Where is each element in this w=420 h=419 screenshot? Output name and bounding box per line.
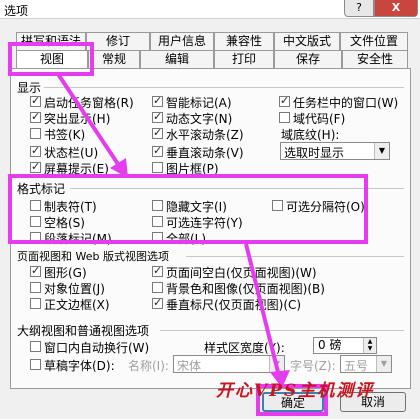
checkbox-animated-text[interactable] <box>152 110 163 123</box>
tab-file-locations[interactable]: 文件位置 <box>340 32 408 50</box>
label-paragraph-marks: 段落标记(M) <box>44 232 112 246</box>
style-area-width-input[interactable]: 0 磅 ▲ ▼ <box>313 337 377 354</box>
label-optional-breaks: 可选分隔符(O) <box>286 200 365 214</box>
checkbox-horizontal-scrollbar[interactable] <box>152 126 163 139</box>
label-drawings: 图形(G) <box>44 266 87 280</box>
label-vertical-scrollbar: 垂直滚动条(V) <box>166 146 244 160</box>
chevron-down-icon: ▼ <box>376 356 391 372</box>
label-font-name: 名称(I): <box>128 359 169 373</box>
tab-edit[interactable]: 编辑 <box>140 50 214 68</box>
label-white-space-between-pages: 页面间空白(仅页面视图)(W) <box>166 266 317 280</box>
label-screen-tips: 屏幕提示(E) <box>44 162 109 176</box>
style-area-width-value: 0 磅 <box>318 338 342 352</box>
label-hidden-text: 隐藏文字(I) <box>166 200 227 214</box>
format-marks-divider <box>70 188 404 189</box>
show-section-divider <box>44 87 404 88</box>
checkbox-draft-font[interactable] <box>30 359 41 370</box>
label-optional-hyphens: 可选连字符(Y) <box>166 216 243 230</box>
checkbox-optional-hyphens[interactable] <box>152 216 163 227</box>
checkbox-highlight[interactable] <box>30 110 41 123</box>
font-name-select[interactable]: 宋体 ▼ <box>173 355 285 373</box>
label-text-boundaries: 正文边框(X) <box>44 298 110 312</box>
tab-view[interactable]: 视图 <box>16 50 88 70</box>
tab-print[interactable]: 打印 <box>214 50 274 68</box>
window-title: 选项 <box>4 4 29 18</box>
checkbox-bookmarks[interactable] <box>30 128 41 139</box>
tab-security[interactable]: 安全性 <box>342 50 408 68</box>
label-status-bar: 状态栏(U) <box>44 146 99 160</box>
tab-save[interactable]: 保存 <box>274 50 342 68</box>
page-view-divider <box>186 256 404 257</box>
font-name-value: 宋体 <box>177 359 202 373</box>
tab-user-info[interactable]: 用户信息 <box>150 32 214 50</box>
label-draft-font: 草稿字体(D): <box>44 359 115 373</box>
checkbox-status-bar[interactable] <box>30 144 41 157</box>
tab-general[interactable]: 常规 <box>88 50 140 68</box>
tab-asian-typography[interactable]: 中文版式 <box>274 32 340 50</box>
chevron-down-icon: ▼ <box>269 356 284 372</box>
tab-track-changes[interactable]: 修订 <box>86 32 150 50</box>
title-bar: 选项 ? X <box>0 0 420 19</box>
label-horizontal-scrollbar: 水平滚动条(Z) <box>166 128 244 142</box>
outline-divider <box>160 330 404 331</box>
label-picture-placeholders: 图片框(P) <box>166 162 219 176</box>
label-font-size: 字号(Z): <box>290 359 336 373</box>
field-shading-value: 选取时显示 <box>284 146 345 160</box>
checkbox-picture-placeholders[interactable] <box>152 162 163 173</box>
checkbox-all-marks[interactable] <box>152 232 163 243</box>
checkbox-vertical-ruler[interactable] <box>152 296 163 309</box>
checkbox-background-colors-images[interactable] <box>152 282 163 293</box>
checkbox-smart-tags[interactable] <box>152 94 163 107</box>
label-field-codes: 域代码(F) <box>293 112 346 126</box>
label-spaces: 空格(S) <box>44 216 85 230</box>
close-button[interactable]: X <box>374 0 418 17</box>
font-size-value: 五号 <box>344 359 369 373</box>
label-vertical-ruler: 垂直标尺(仅页面视图)(C) <box>166 298 302 312</box>
help-button[interactable]: ? <box>344 0 374 17</box>
checkbox-object-anchors[interactable] <box>30 282 41 293</box>
label-field-shading: 域底纹(H): <box>281 128 340 142</box>
label-highlight: 突出显示(H) <box>44 112 111 126</box>
label-smart-tags: 智能标记(A) <box>166 96 232 110</box>
checkbox-optional-breaks[interactable] <box>272 200 283 211</box>
label-object-anchors: 对象位置(J) <box>44 282 105 296</box>
tab-compatibility[interactable]: 兼容性 <box>214 32 274 50</box>
label-bookmarks: 书签(K) <box>44 128 86 142</box>
checkbox-hidden-text[interactable] <box>152 200 163 211</box>
label-startup-task-pane: 启动任务窗格(R) <box>44 96 134 110</box>
checkbox-startup-task-pane[interactable] <box>30 94 41 107</box>
checkbox-text-boundaries[interactable] <box>30 298 41 309</box>
checkbox-wrap-to-window[interactable] <box>30 341 41 352</box>
checkbox-spaces[interactable] <box>30 216 41 227</box>
tab-spelling-grammar[interactable]: 拼写和语法 <box>16 32 86 50</box>
label-style-area-width: 样式区宽度(Y): <box>204 341 285 355</box>
chevron-down-icon: ▼ <box>374 143 389 159</box>
font-size-select[interactable]: 五号 ▼ <box>340 355 392 373</box>
label-tab-characters: 制表符(T) <box>44 200 97 214</box>
checkbox-vertical-scrollbar[interactable] <box>152 144 163 157</box>
label-wrap-to-window: 窗口内自动换行(W) <box>44 341 150 355</box>
checkbox-drawings[interactable] <box>30 264 41 277</box>
watermark-text: 开心VPS主机测评 <box>216 381 375 401</box>
checkbox-field-codes[interactable] <box>279 112 290 123</box>
label-animated-text: 动态文字(N) <box>166 112 233 126</box>
checkbox-white-space-between-pages[interactable] <box>152 264 163 277</box>
checkbox-tab-characters[interactable] <box>30 200 41 211</box>
page-view-section-title: 页面视图和 Web 版式视图选项 <box>17 250 169 263</box>
spin-arrows-icon[interactable]: ▲ ▼ <box>363 338 376 353</box>
label-all-marks: 全部(L) <box>166 232 207 246</box>
options-dialog: 选项 ? X 拼写和语法 修订 用户信息 兼容性 中文版式 文件位置 视图 常规… <box>0 0 420 419</box>
checkbox-paragraph-marks[interactable] <box>30 232 41 243</box>
format-marks-section-title: 格式标记 <box>17 182 66 196</box>
checkbox-screen-tips[interactable] <box>30 160 41 173</box>
field-shading-select[interactable]: 选取时显示 ▼ <box>280 142 390 160</box>
label-background-colors-images: 背景色和图像(仅页面视图)(B) <box>166 282 325 296</box>
checkbox-windows-in-taskbar[interactable] <box>279 94 290 107</box>
outline-section-title: 大纲视图和普通视图选项 <box>17 324 150 338</box>
label-windows-in-taskbar: 任务栏中的窗口(W) <box>293 96 399 110</box>
